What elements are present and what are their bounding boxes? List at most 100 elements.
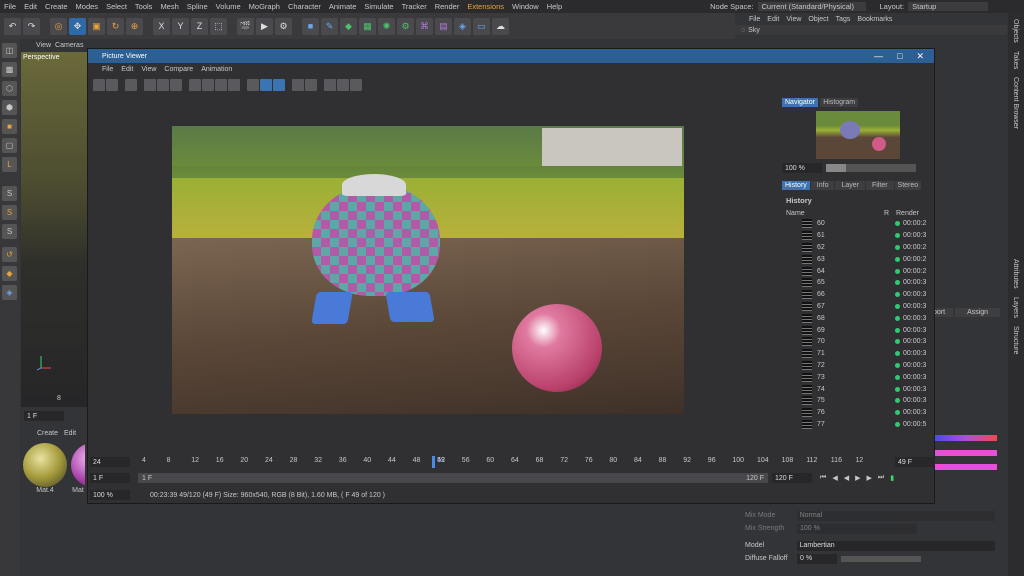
menu-mesh[interactable]: Mesh <box>156 2 182 11</box>
diffuse-falloff-slider[interactable] <box>841 555 921 562</box>
swap-icon[interactable] <box>215 79 227 91</box>
menu-simulate[interactable]: Simulate <box>360 2 397 11</box>
menu-character[interactable]: Character <box>284 2 325 11</box>
render-settings-icon[interactable]: ⚙ <box>275 17 292 35</box>
eyedropper-icon[interactable] <box>228 79 240 91</box>
objects-menu-edit[interactable]: Edit <box>767 16 779 23</box>
end-frame-field[interactable]: 120 F <box>772 473 812 483</box>
node-space-select[interactable]: Current (Standard/Physical) <box>757 2 866 11</box>
objects-menu-tags[interactable]: Tags <box>836 16 851 23</box>
history-row[interactable]: 74 00:00:3 <box>782 383 928 395</box>
render-view-icon[interactable]: 🎬 <box>237 17 254 35</box>
zoom-slider-handle[interactable] <box>826 164 846 172</box>
picture-viewer-titlebar[interactable]: Picture Viewer — □ ✕ <box>88 49 934 63</box>
record-icon[interactable]: ▮ <box>890 474 894 482</box>
diffuse-falloff-field[interactable]: 0 % <box>797 553 837 564</box>
color-bar-1[interactable] <box>935 450 997 456</box>
rtab-structure[interactable]: Structure <box>1012 326 1019 354</box>
fit-icon[interactable] <box>260 79 272 91</box>
rtab-content-browser[interactable]: Content Browser <box>1012 77 1019 129</box>
viewport-menu-cameras[interactable]: Cameras <box>55 42 83 49</box>
open-icon[interactable] <box>93 79 105 91</box>
render-region-icon[interactable] <box>157 79 169 91</box>
menu-window[interactable]: Window <box>508 2 543 11</box>
history-row[interactable]: 61 00:00:3 <box>782 230 928 242</box>
tab-filter[interactable]: Filter <box>865 181 894 190</box>
history-col-r[interactable]: R <box>884 210 896 217</box>
history-row[interactable]: 70 00:00:3 <box>782 336 928 348</box>
z-axis-icon[interactable]: Z <box>191 17 208 35</box>
history-row[interactable]: 68 00:00:3 <box>782 312 928 324</box>
menu-file[interactable]: File <box>0 2 20 11</box>
viewport-menu-view[interactable]: View <box>36 42 51 49</box>
workplane-icon[interactable]: S <box>2 224 17 239</box>
material-thumb-mat[interactable]: Mat <box>71 443 85 494</box>
cube-icon[interactable]: ■ <box>302 17 319 35</box>
history-row[interactable]: 71 00:00:3 <box>782 348 928 360</box>
material-menu-create[interactable]: Create <box>37 430 58 437</box>
model-select[interactable]: Lambertian <box>796 540 995 551</box>
stop-icon[interactable] <box>125 79 137 91</box>
color-gradient-bar[interactable] <box>935 435 997 441</box>
history-row[interactable]: 77 00:00:5 <box>782 419 928 431</box>
alpha-icon[interactable] <box>292 79 304 91</box>
viewport-frame-field[interactable]: 1 F <box>24 411 64 421</box>
floor-icon[interactable]: ▭ <box>473 17 490 35</box>
scene-icon[interactable]: ⌘ <box>416 17 433 35</box>
history-row[interactable]: 64 00:00:2 <box>782 265 928 277</box>
layout-select[interactable]: Startup <box>908 2 989 11</box>
fps-field[interactable]: 24 <box>90 457 130 467</box>
cloner-icon[interactable]: ▦ <box>359 17 376 35</box>
play-icon[interactable]: ▶ <box>855 474 860 482</box>
pv-menu-view[interactable]: View <box>141 66 156 73</box>
maximize-icon[interactable]: □ <box>897 51 902 62</box>
live-select-icon[interactable]: ◎ <box>50 17 67 35</box>
rtab-layers[interactable]: Layers <box>1012 297 1019 318</box>
current-frame-field[interactable]: 49 F <box>895 457 935 467</box>
navigator-thumbnail[interactable] <box>816 111 900 159</box>
navigator-zoom-slider[interactable] <box>826 164 916 172</box>
tab-history[interactable]: History <box>782 181 810 190</box>
y-axis-icon[interactable]: Y <box>172 17 189 35</box>
go-end-icon[interactable]: ⏭ <box>878 474 884 482</box>
menu-animate[interactable]: Animate <box>325 2 361 11</box>
history-row[interactable]: 72 00:00:3 <box>782 360 928 372</box>
menu-edit[interactable]: Edit <box>20 2 41 11</box>
history-row[interactable]: 62 00:00:2 <box>782 242 928 254</box>
menu-create[interactable]: Create <box>41 2 72 11</box>
make-editable-icon[interactable]: ◫ <box>2 43 17 58</box>
objects-menu-bookmarks[interactable]: Bookmarks <box>857 16 892 23</box>
x-axis-icon[interactable]: X <box>153 17 170 35</box>
camera-icon[interactable]: ▤ <box>435 17 452 35</box>
polygons-mode-icon[interactable]: ■ <box>2 119 17 134</box>
menu-spline[interactable]: Spline <box>183 2 212 11</box>
axis-mode-icon[interactable]: L <box>2 157 17 172</box>
history-row[interactable]: 66 00:00:3 <box>782 289 928 301</box>
pv-menu-file[interactable]: File <box>102 66 113 73</box>
frame-ruler[interactable]: 49 4 8 12 16 20 24 28 32 36 40 44 48 52 56 60 64 68 72 76 8… <box>138 456 893 468</box>
color-bar-2[interactable] <box>935 464 997 470</box>
mix-mode-select[interactable]: Normal <box>796 510 995 521</box>
minimize-icon[interactable]: — <box>874 51 883 62</box>
menu-render[interactable]: Render <box>431 2 464 11</box>
transform-icon[interactable]: ⊕ <box>126 17 143 35</box>
compare-a-icon[interactable] <box>189 79 201 91</box>
layer-icon[interactable]: ◈ <box>2 285 17 300</box>
snap-settings-icon[interactable]: S <box>2 205 17 220</box>
compare-b-icon[interactable] <box>202 79 214 91</box>
zoom-select[interactable]: 100 % <box>90 490 130 500</box>
material-thumb-mat4[interactable]: Mat.4 <box>23 443 67 494</box>
subdivision-icon[interactable]: ◆ <box>340 17 357 35</box>
tab-stereo[interactable]: Stereo <box>894 181 922 190</box>
history-row[interactable]: 75 00:00:3 <box>782 395 928 407</box>
play-reverse-icon[interactable]: ◀ <box>844 474 849 482</box>
rtab-objects[interactable]: Objects <box>1012 19 1019 43</box>
history-row[interactable]: 73 00:00:3 <box>782 371 928 383</box>
scale-icon[interactable]: ▣ <box>88 17 105 35</box>
menu-mograph[interactable]: MoGraph <box>245 2 284 11</box>
tab-navigator[interactable]: Navigator <box>782 98 818 107</box>
save-icon[interactable] <box>106 79 118 91</box>
grid-icon[interactable] <box>324 79 336 91</box>
next-frame-icon[interactable]: ▶ <box>866 474 871 482</box>
menu-select[interactable]: Select <box>102 2 131 11</box>
